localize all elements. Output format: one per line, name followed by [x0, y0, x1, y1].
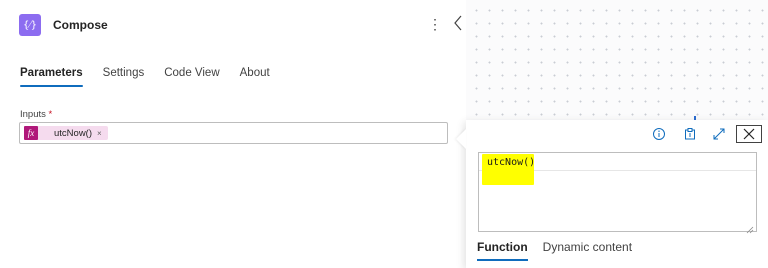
close-icon[interactable]	[736, 125, 762, 143]
tab-settings[interactable]: Settings	[103, 67, 145, 87]
token-label: utcNow()	[54, 127, 93, 139]
chevron-left-icon[interactable]	[452, 13, 464, 33]
inputs-label-text: Inputs	[20, 109, 46, 120]
expression-text: utcNow()	[487, 157, 536, 168]
popover-arrow	[456, 129, 466, 149]
info-icon[interactable]	[650, 125, 668, 143]
expression-tabs: Function Dynamic content	[477, 240, 647, 261]
tab-function[interactable]: Function	[477, 240, 528, 261]
action-details-panel: {⁄} Compose ⋮ Parameters Settings Code V…	[0, 0, 466, 268]
tab-parameters[interactable]: Parameters	[20, 67, 83, 87]
inputs-field[interactable]: fx utcNow() ×	[19, 122, 448, 144]
more-vertical-icon[interactable]: ⋮	[428, 15, 442, 33]
required-indicator: *	[48, 109, 53, 120]
expression-token[interactable]: fx utcNow() ×	[24, 126, 108, 140]
remove-token-icon[interactable]: ×	[97, 129, 102, 138]
function-icon: fx	[24, 126, 38, 140]
clipboard-icon[interactable]	[681, 125, 699, 143]
compose-icon: {⁄}	[19, 14, 41, 36]
resize-grip-icon[interactable]	[746, 221, 754, 234]
panel-tabs: Parameters Settings Code View About	[20, 67, 290, 87]
inputs-label: Inputs *	[20, 109, 52, 120]
tab-about[interactable]: About	[240, 67, 270, 87]
expression-input[interactable]: utcNow()	[478, 152, 757, 234]
tab-code-view[interactable]: Code View	[164, 67, 219, 87]
expand-icon[interactable]	[710, 125, 728, 143]
tab-dynamic-content[interactable]: Dynamic content	[543, 240, 632, 261]
action-title[interactable]: Compose	[53, 18, 108, 32]
